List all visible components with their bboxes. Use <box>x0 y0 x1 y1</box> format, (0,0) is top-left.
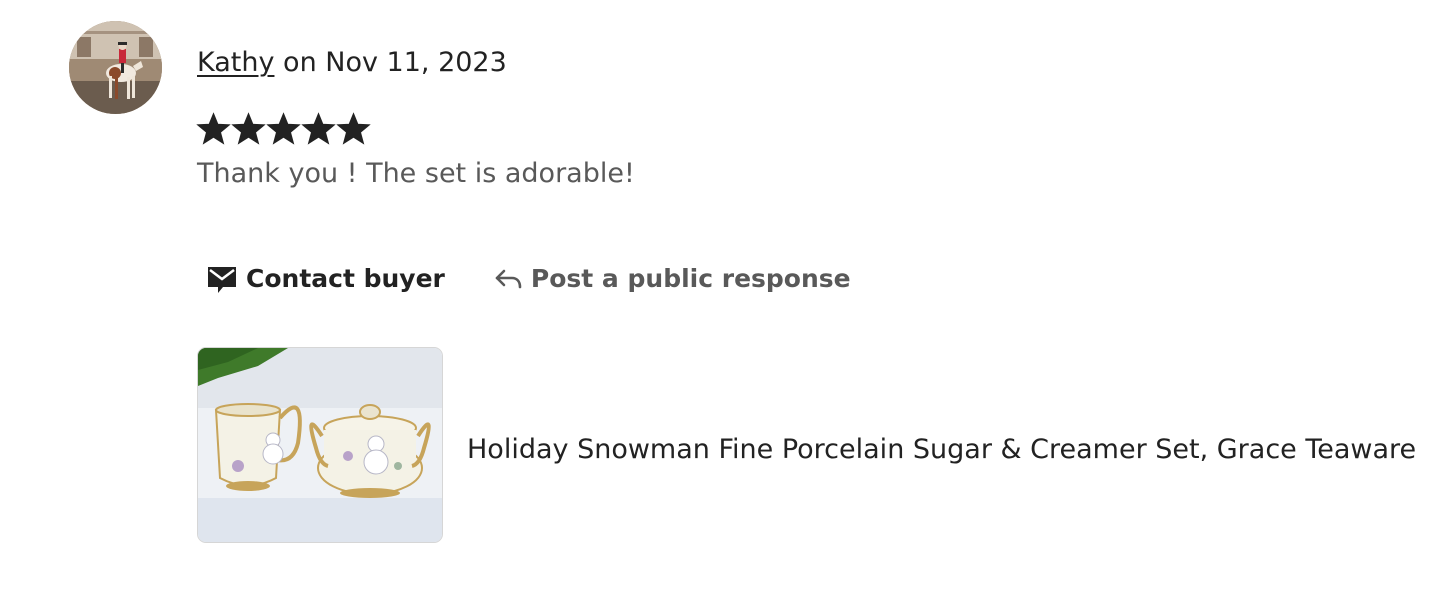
post-public-response-button[interactable]: Post a public response <box>493 256 851 300</box>
review-header: Kathy on Nov 11, 2023 <box>197 44 507 82</box>
listing-photo <box>198 348 442 542</box>
review-actions: Contact buyer Post a public response <box>206 256 851 300</box>
star-rating <box>196 111 371 147</box>
star-icon <box>231 112 266 145</box>
contact-buyer-label: Contact buyer <box>246 263 445 293</box>
star-icon <box>301 112 336 145</box>
star-icon <box>336 112 371 145</box>
reviewer-name-link[interactable]: Kathy <box>197 47 274 78</box>
review-date: on Nov 11, 2023 <box>274 47 507 78</box>
star-icon <box>196 112 231 145</box>
reviewer-avatar[interactable] <box>69 21 162 114</box>
contact-buyer-button[interactable]: Contact buyer <box>206 256 445 300</box>
public-response-label: Post a public response <box>530 263 851 293</box>
envelope-icon <box>206 262 238 294</box>
review-text: Thank you ! The set is adorable! <box>197 158 635 189</box>
reply-arrow-icon <box>493 263 523 293</box>
avatar-photo <box>69 21 162 114</box>
star-icon <box>266 112 301 145</box>
listing-thumbnail[interactable] <box>197 347 443 543</box>
listing-title-link[interactable]: Holiday Snowman Fine Porcelain Sugar & C… <box>467 430 1416 470</box>
